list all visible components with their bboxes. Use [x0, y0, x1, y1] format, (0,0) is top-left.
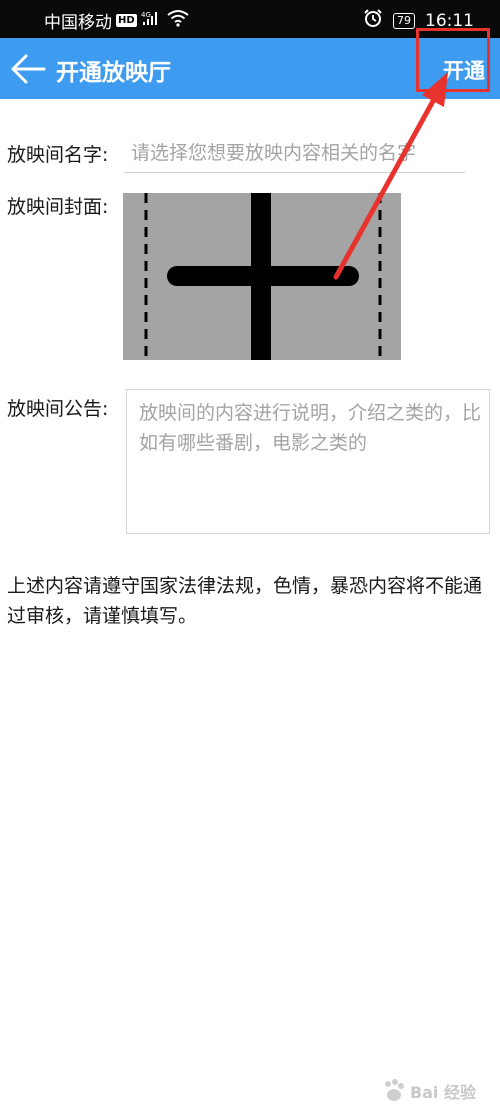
name-input[interactable] — [124, 134, 465, 173]
open-button[interactable]: 开通 — [416, 28, 490, 92]
status-left: 中国移动 HD 4G — [44, 8, 189, 33]
watermark-text: Bai 经验 — [409, 1083, 476, 1102]
name-label: 放映间名字: — [7, 144, 109, 166]
cover-label: 放映间封面: — [7, 196, 109, 218]
notice-input[interactable] — [126, 389, 490, 534]
plus-icon — [144, 193, 382, 360]
open-button-label: 开通 — [443, 59, 485, 83]
paw-icon — [384, 1079, 404, 1101]
arrow-left-icon — [11, 54, 46, 84]
alarm-icon — [363, 8, 383, 33]
page-title: 开通放映厅 — [56, 60, 171, 86]
carrier-name: 中国移动 — [44, 13, 112, 33]
back-button[interactable] — [8, 48, 50, 90]
notice-label: 放映间公告: — [7, 398, 109, 420]
wifi-icon — [167, 9, 189, 32]
rules-text: 上述内容请遵守国家法律法规，色情，暴恐内容将不能通过审核，请谨慎填写。 — [7, 575, 483, 627]
watermark: Bai 经验 — [381, 1079, 476, 1103]
cover-upload[interactable] — [123, 193, 401, 360]
hd-badge: HD — [116, 14, 137, 27]
signal-icon: 4G — [141, 10, 163, 31]
network-type-label: 4G — [141, 11, 151, 19]
battery-icon: 79 — [393, 12, 415, 29]
